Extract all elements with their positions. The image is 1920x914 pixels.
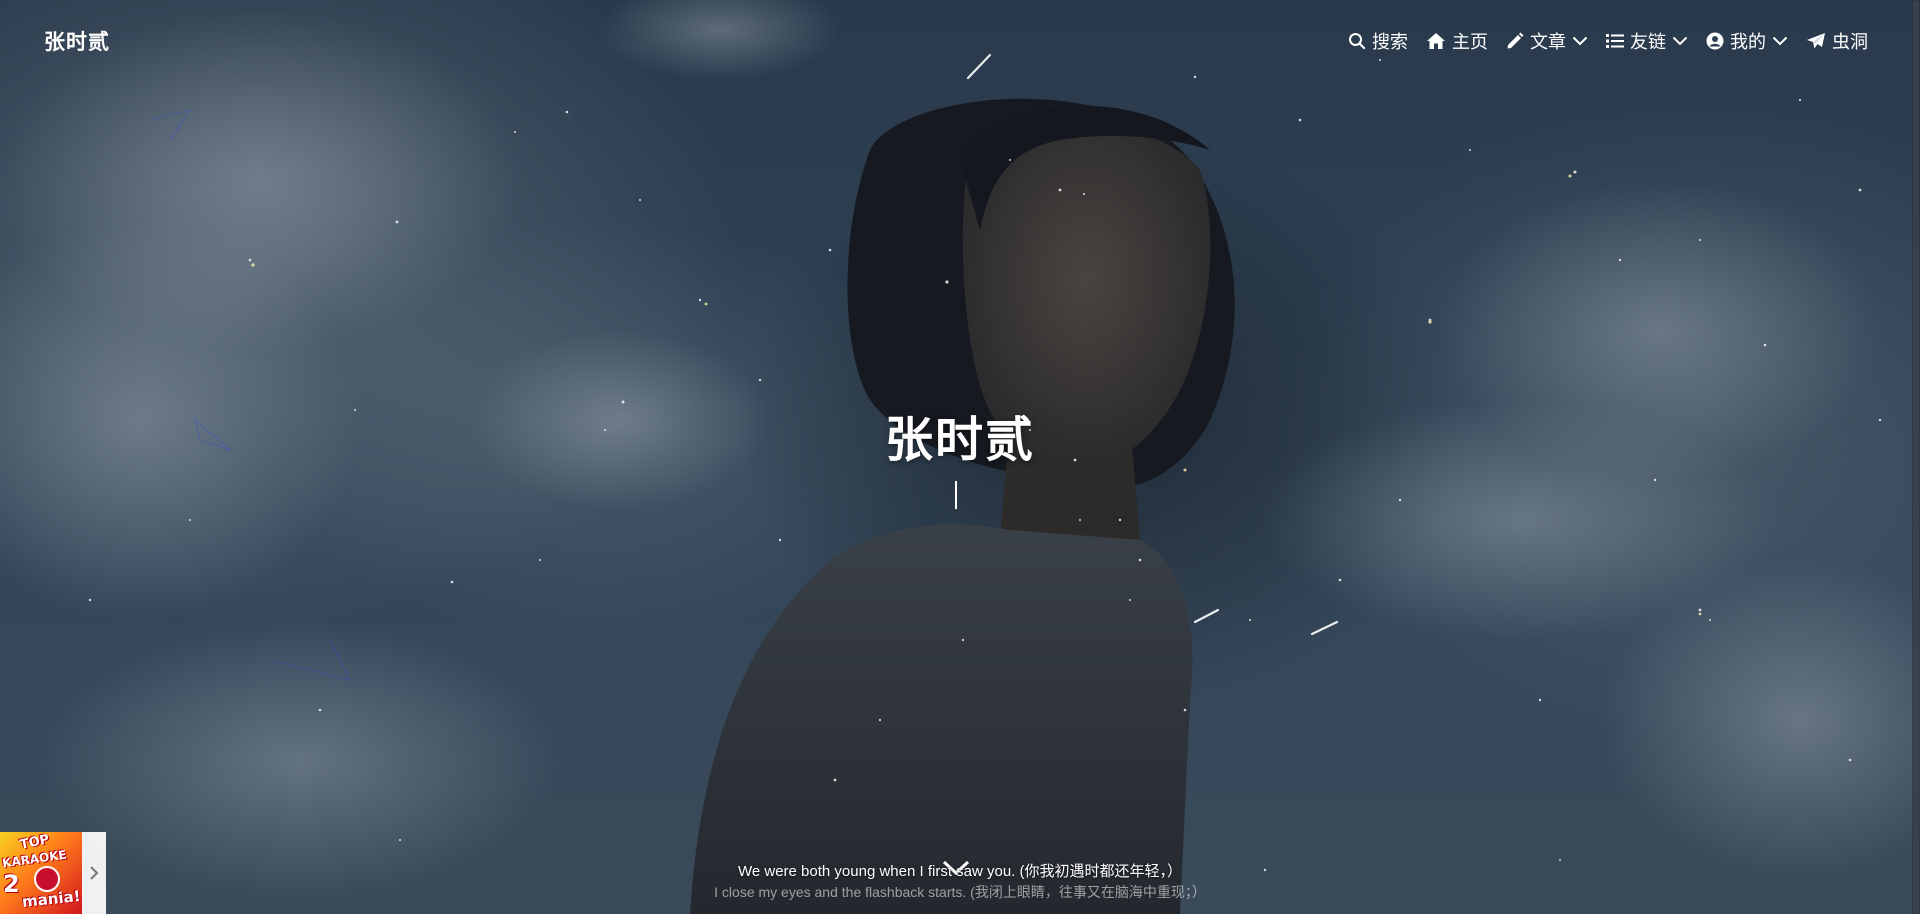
main-nav: 搜索 主页 文章 友链 我的 虫洞	[1348, 28, 1868, 54]
hero-page: 张时贰 搜索 主页 文章 友链 我的 虫洞 张时贰 We were both y…	[0, 0, 1920, 914]
site-header: 张时贰 搜索 主页 文章 友链 我的 虫洞	[0, 0, 1920, 82]
nav-friend-links[interactable]: 友链	[1606, 28, 1688, 54]
lyrics-display: We were both young when I first saw you.…	[0, 862, 1920, 902]
scrollbar-thumb[interactable]	[1913, 0, 1919, 914]
home-icon	[1426, 32, 1446, 50]
nav-search[interactable]: 搜索	[1348, 28, 1408, 54]
pencil-icon	[1506, 32, 1524, 50]
paper-plane-icon	[1806, 32, 1826, 50]
chevron-down-icon	[1672, 36, 1688, 46]
player-toggle-button[interactable]	[82, 832, 106, 914]
nav-search-label: 搜索	[1372, 32, 1408, 53]
album-title-number: 2	[3, 870, 20, 898]
nav-home-label: 主页	[1452, 32, 1488, 53]
nav-wormhole-label: 虫洞	[1832, 32, 1868, 53]
play-icon	[34, 866, 60, 892]
search-icon	[1348, 32, 1366, 50]
nav-home[interactable]: 主页	[1426, 28, 1488, 54]
user-circle-icon	[1706, 32, 1724, 50]
site-brand[interactable]: 张时贰	[44, 26, 110, 56]
nav-mine[interactable]: 我的	[1706, 28, 1788, 54]
chevron-down-icon	[1772, 36, 1788, 46]
nav-articles-label: 文章	[1530, 32, 1566, 53]
nav-wormhole[interactable]: 虫洞	[1806, 28, 1868, 54]
chevron-down-icon	[1572, 36, 1588, 46]
music-player: TOP KARAOKE 2 mania!	[0, 832, 106, 914]
nav-mine-label: 我的	[1730, 32, 1766, 53]
album-title-mid: KARAOKE	[1, 847, 68, 871]
hero-title: 张时贰	[884, 412, 1035, 468]
page-scrollbar[interactable]	[1912, 0, 1920, 914]
nav-articles[interactable]: 文章	[1506, 28, 1588, 54]
nav-friend-links-label: 友链	[1630, 32, 1666, 53]
lyric-current-line: We were both young when I first saw you.…	[737, 863, 1183, 880]
album-cover[interactable]: TOP KARAOKE 2 mania!	[0, 832, 82, 914]
typing-cursor	[955, 481, 957, 509]
lyric-next-line: I close my eyes and the flashback starts…	[714, 884, 1206, 900]
list-icon	[1606, 33, 1624, 49]
chevron-right-icon	[90, 866, 99, 880]
